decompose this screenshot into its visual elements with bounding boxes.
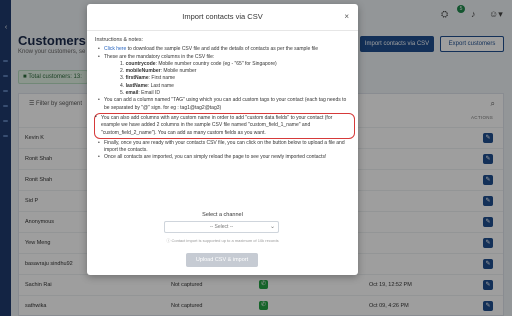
- modal-title: Import contacts via CSV: [182, 12, 263, 21]
- column-key: firstName: [125, 75, 149, 82]
- instruction-tag: You can add a column named "TAG" using w…: [98, 97, 351, 112]
- close-icon[interactable]: ×: [344, 12, 349, 21]
- column-key: lastName: [125, 82, 148, 89]
- column-desc: : Last name: [147, 82, 174, 89]
- download-sample-link[interactable]: Click here: [104, 46, 126, 52]
- modal-divider: [87, 30, 358, 31]
- column-desc: : Mobile number: [160, 68, 197, 75]
- upload-csv-button[interactable]: Upload CSV & import: [186, 253, 258, 267]
- instruction-custom-fields: You can also add columns with any custom…: [94, 112, 355, 139]
- chevron-down-icon: ⌄: [269, 224, 275, 230]
- column-key: mobileNumber: [125, 68, 161, 75]
- mandatory-column: 2. mobileNumber: Mobile number: [120, 68, 197, 75]
- instruction-mandatory: These are the mandatory columns in the C…: [98, 54, 351, 98]
- column-key: countrycode: [125, 60, 156, 67]
- import-limit-note: ⓘ Contact import is supported up to a ma…: [166, 238, 279, 243]
- column-key: email: [125, 90, 139, 97]
- channel-select[interactable]: -- Select -- ⌄: [164, 221, 279, 233]
- column-desc: : First name: [148, 75, 176, 82]
- channel-select-value: -- Select --: [209, 224, 234, 230]
- instructions: Instructions & notes: Click here to down…: [94, 37, 355, 162]
- instructions-heading: Instructions & notes:: [95, 37, 143, 43]
- mandatory-column: 1. countrycode: Mobile number country co…: [120, 60, 277, 67]
- instruction-reload: Once all contacts are imported, you can …: [98, 154, 351, 162]
- mandatory-column: 5. email: Email ID: [120, 90, 161, 97]
- column-desc: : Mobile number country code (eg - "65" …: [155, 60, 277, 67]
- column-desc: : Email ID: [138, 90, 161, 97]
- instruction-upload: Finally, once you are ready with your co…: [98, 140, 351, 155]
- select-channel-label: Select a channel: [202, 212, 243, 218]
- mandatory-column: 4. lastName: Last name: [120, 82, 174, 89]
- mandatory-column: 3. firstName: First name: [120, 75, 176, 82]
- import-csv-modal: Import contacts via CSV × Instructions &…: [87, 4, 358, 275]
- instruction-download: Click here to download the sample CSV fi…: [98, 46, 351, 54]
